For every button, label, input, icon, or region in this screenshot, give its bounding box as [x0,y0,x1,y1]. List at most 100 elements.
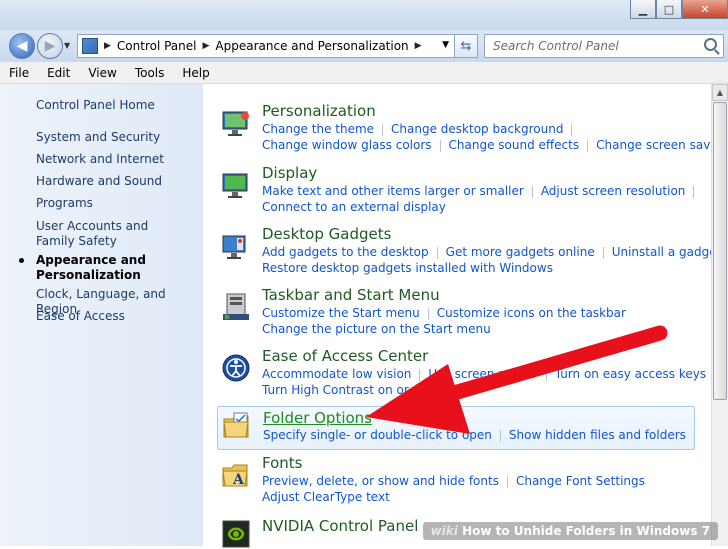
link-access-keys[interactable]: Turn on easy access keys [555,367,706,381]
link-font-settings[interactable]: Change Font Settings [516,474,645,488]
category-display: Display Make text and other items larger… [217,164,695,220]
nvidia-icon [222,520,250,548]
link-screen-reader[interactable]: Use screen reader [428,367,537,381]
breadcrumb-control-panel[interactable]: Control Panel [117,39,197,53]
gadgets-icon [222,235,246,259]
link-add-gadgets[interactable]: Add gadgets to the desktop [262,245,429,259]
category-links: Change the theme Change desktop backgroun… [262,122,580,136]
category-links: Preview, delete, or show and hide fonts C… [262,474,645,488]
control-panel-home-link[interactable]: Control Panel Home [36,98,196,113]
window-controls: ▁ □ ✕ [630,0,728,19]
search-icon[interactable] [704,38,717,51]
main-content: Personalization Change the theme Change d… [203,84,723,548]
category-links: Customize the Start menu Customize icons … [262,306,626,320]
link-start-picture[interactable]: Change the picture on the Start menu [262,322,491,336]
category-links: Change window glass colors Change sound e… [262,138,723,152]
breadcrumb-appearance[interactable]: Appearance and Personalization [215,39,408,53]
link-more-gadgets[interactable]: Get more gadgets online [446,245,595,259]
category-ease-of-access: Ease of Access Center Accommodate low vi… [217,347,706,403]
sidebar-item-ease-of-access[interactable]: Ease of Access [36,309,196,324]
arrow-left-icon: ◀ [16,38,28,54]
scroll-up-button[interactable]: ▲ [712,84,728,101]
divider [531,185,533,198]
watermark-brand: wiki [430,524,458,538]
menu-help[interactable]: Help [173,66,218,80]
minimize-button[interactable]: ▁ [630,0,656,19]
refresh-icon: ⇆ [460,38,472,54]
category-title[interactable]: Folder Options [263,409,372,427]
link-show-hidden-files[interactable]: Show hidden files and folders [509,428,686,442]
divider [427,307,429,320]
link-glass-colors[interactable]: Change window glass colors [262,138,432,152]
maximize-button[interactable]: □ [656,0,682,19]
category-links: Add gadgets to the desktop Get more gadge… [262,245,728,259]
recent-pages-button[interactable]: ▼ [64,41,70,50]
link-sound-effects[interactable]: Change sound effects [449,138,580,152]
chevron-right-icon[interactable]: ▶ [415,41,422,51]
address-bar[interactable]: ▶ Control Panel ▶ Appearance and Persona… [77,34,456,58]
link-preview-fonts[interactable]: Preview, delete, or show and hide fonts [262,474,499,488]
category-title[interactable]: Taskbar and Start Menu [262,286,440,304]
divider [382,123,384,136]
menu-bar: File Edit View Tools Help [0,62,728,84]
menu-edit[interactable]: Edit [38,66,79,80]
category-title[interactable]: Fonts [262,454,302,472]
scrollbar[interactable]: ▲ [711,84,728,546]
category-title[interactable]: NVIDIA Control Panel [262,517,418,535]
menu-file[interactable]: File [0,66,38,80]
divider [693,185,695,198]
link-screen-saver[interactable]: Change screen saver [596,138,723,152]
link-screen-resolution[interactable]: Adjust screen resolution [541,184,686,198]
svg-text:A: A [232,472,245,488]
menu-view[interactable]: View [79,66,125,80]
sidebar-item-hardware[interactable]: Hardware and Sound [36,174,196,189]
link-taskbar-icons[interactable]: Customize icons on the taskbar [437,306,626,320]
category-title[interactable]: Display [262,164,317,182]
taskbar-icon [223,293,249,320]
link-uninstall-gadget[interactable]: Uninstall a gadget [612,245,722,259]
category-title[interactable]: Personalization [262,102,376,120]
divider [545,368,547,381]
divider [587,139,589,152]
current-bullet-icon [19,258,24,263]
link-restore-gadgets[interactable]: Restore desktop gadgets installed with W… [262,261,553,275]
back-button[interactable]: ◀ [9,33,35,59]
refresh-button[interactable]: ⇆ [454,34,478,58]
watermark-text: How to Unhide Folders in Windows 7 [462,524,710,538]
address-row: ◀ ▶ ▼ ▶ Control Panel ▶ Appearance and P… [0,30,728,62]
scroll-thumb[interactable] [713,102,727,400]
sidebar-item-user-accounts[interactable]: User Accounts and Family Safety [36,219,186,249]
sidebar: Control Panel Home System and Security N… [0,84,203,546]
chevron-right-icon[interactable]: ▶ [104,41,111,51]
search-placeholder: Search Control Panel [493,39,619,53]
divider [436,246,438,259]
category-links: Change the picture on the Start menu [262,322,491,336]
link-customize-start[interactable]: Customize the Start menu [262,306,420,320]
chevron-down-icon[interactable]: ▼ [442,40,449,50]
sidebar-item-system-security[interactable]: System and Security [36,130,196,145]
chevron-right-icon[interactable]: ▶ [203,41,210,51]
link-external-display[interactable]: Connect to an external display [262,200,446,214]
sidebar-item-programs[interactable]: Programs [36,196,196,211]
link-text-size[interactable]: Make text and other items larger or smal… [262,184,524,198]
category-fonts: A Fonts Preview, delete, or show and hid… [217,454,695,510]
category-title[interactable]: Ease of Access Center [262,347,428,365]
search-input[interactable]: Search Control Panel [484,34,724,58]
link-desktop-background[interactable]: Change desktop background [391,122,563,136]
control-panel-icon [82,38,98,54]
category-links: Accommodate low vision Use screen reader T… [262,367,706,381]
category-title[interactable]: Desktop Gadgets [262,225,391,243]
folder-options-icon [223,412,249,438]
link-high-contrast[interactable]: Turn High Contrast on or off [262,383,428,397]
link-low-vision[interactable]: Accommodate low vision [262,367,411,381]
link-change-theme[interactable]: Change the theme [262,122,374,136]
forward-button[interactable]: ▶ [37,33,63,59]
menu-tools[interactable]: Tools [126,66,174,80]
link-cleartype[interactable]: Adjust ClearType text [262,490,390,504]
watermark: wiki How to Unhide Folders in Windows 7 [422,522,718,540]
link-single-double-click[interactable]: Specify single- or double-click to open [263,428,492,442]
sidebar-item-network[interactable]: Network and Internet [36,152,196,167]
category-folder-options[interactable]: Folder Options Specify single- or double… [217,406,695,450]
close-button[interactable]: ✕ [682,0,728,19]
sidebar-item-appearance: Appearance and Personalization [36,253,146,282]
